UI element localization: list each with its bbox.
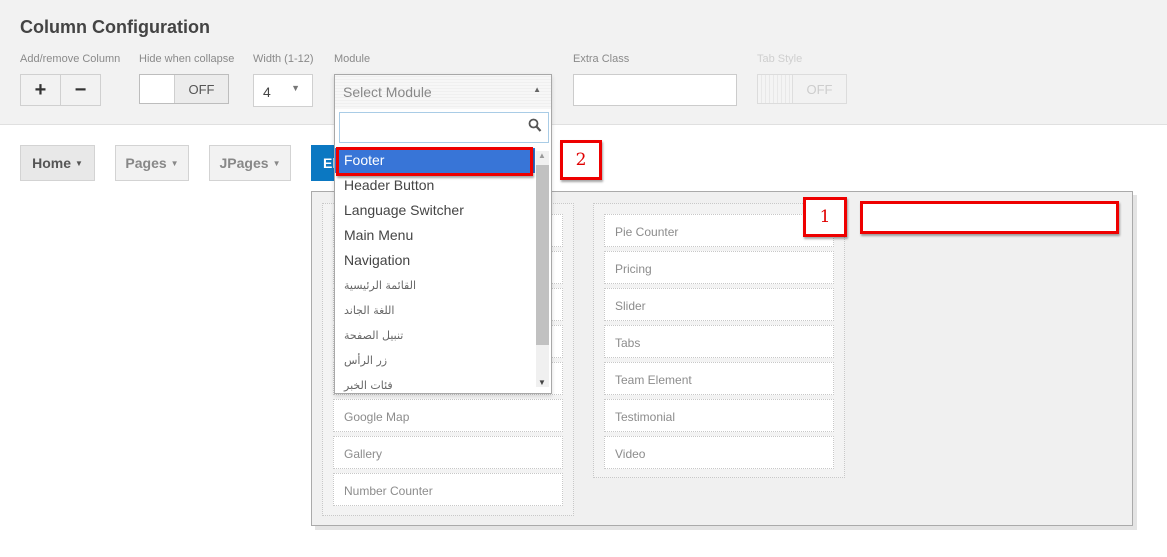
chevron-down-icon: ▼ [291, 83, 300, 93]
column-configuration-panel: Column Configuration Add/remove Column H… [0, 0, 1167, 125]
module-item[interactable]: Video [604, 436, 834, 469]
scroll-down-icon[interactable]: ▼ [538, 378, 546, 387]
annotation-badge-1: 1 [803, 197, 847, 237]
toggle-state: OFF [793, 75, 846, 103]
module-search-field[interactable] [339, 112, 549, 143]
module-item[interactable]: Pie Counter [604, 214, 834, 247]
menu-item-pages[interactable]: Pages ▼ [115, 145, 189, 181]
menu-label: JPages [219, 155, 269, 171]
module-label: Module [334, 53, 371, 65]
module-options-list[interactable]: Footer Header Button Language Switcher M… [335, 148, 535, 393]
option-navigation[interactable]: Navigation [335, 248, 535, 273]
option-language-switcher[interactable]: Language Switcher [335, 198, 535, 223]
caret-down-icon: ▼ [74, 158, 83, 168]
menu-item-jpages[interactable]: JPages ▼ [209, 145, 291, 181]
option-header-button[interactable]: Header Button [335, 173, 535, 198]
hide-when-collapse-toggle[interactable]: OFF [139, 74, 229, 104]
scroll-up-icon[interactable]: ▲ [538, 151, 546, 160]
config-title: Column Configuration [20, 17, 210, 37]
caret-down-icon: ▼ [272, 158, 281, 168]
remove-column-button[interactable]: − [60, 75, 100, 105]
module-search-input[interactable] [340, 113, 520, 142]
module-item[interactable]: Pricing [604, 251, 834, 284]
toggle-knob [140, 75, 175, 103]
option-arabic-main-menu[interactable]: القائمة الرئيسية [335, 273, 535, 298]
highlight-empty-column [860, 201, 1119, 234]
tab-style-toggle: OFF [757, 74, 847, 104]
tab-style-label: Tab Style [757, 53, 803, 65]
option-arabic-header-button[interactable]: زر الرأس [335, 348, 535, 373]
module-item[interactable]: Team Element [604, 362, 834, 395]
module-item[interactable]: Google Map [333, 399, 563, 432]
extra-class-label: Extra Class [573, 53, 630, 65]
width-select[interactable]: 4 ▼ [253, 74, 313, 107]
hide-collapse-label: Hide when collapse [139, 53, 235, 65]
module-item[interactable]: Number Counter [333, 473, 563, 506]
scrollbar-thumb[interactable] [536, 165, 549, 345]
option-main-menu[interactable]: Main Menu [335, 223, 535, 248]
menu-label: Pages [125, 155, 167, 171]
toggle-state: OFF [175, 75, 228, 103]
option-arabic-categories[interactable]: فئات الخبر [335, 373, 535, 393]
extra-class-input[interactable] [573, 74, 737, 106]
search-icon [528, 118, 542, 132]
add-remove-column-group: + − [20, 74, 101, 106]
annotation-badge-2: 2 [560, 140, 602, 180]
module-select-placeholder: Select Module [343, 84, 432, 100]
chevron-up-icon: ▲ [533, 85, 541, 94]
menu-label: Home [32, 155, 71, 171]
highlight-footer-option [336, 147, 533, 176]
menu-item-home[interactable]: Home ▼ [20, 145, 95, 181]
module-select-head[interactable]: Select Module ▲ [335, 75, 551, 109]
module-item[interactable]: Testimonial [604, 399, 834, 432]
options-scrollbar[interactable]: ▲ ▼ [536, 151, 549, 387]
module-item[interactable]: Gallery [333, 436, 563, 469]
width-label: Width (1-12) [253, 53, 314, 65]
module-select[interactable]: Select Module ▲ Footer Header Button Lan… [334, 74, 552, 394]
toggle-knob [758, 75, 793, 103]
add-column-button[interactable]: + [21, 75, 60, 105]
caret-down-icon: ▼ [170, 158, 179, 168]
module-item[interactable]: Tabs [604, 325, 834, 358]
add-remove-label: Add/remove Column [20, 53, 121, 65]
column-2: Pie Counter Pricing Slider Tabs Team Ele… [593, 203, 845, 478]
option-arabic-page[interactable]: تنبيل الصفحة [335, 323, 535, 348]
module-item[interactable]: Slider [604, 288, 834, 321]
option-arabic-language[interactable]: اللغة الجاند [335, 298, 535, 323]
width-value: 4 [263, 84, 271, 100]
